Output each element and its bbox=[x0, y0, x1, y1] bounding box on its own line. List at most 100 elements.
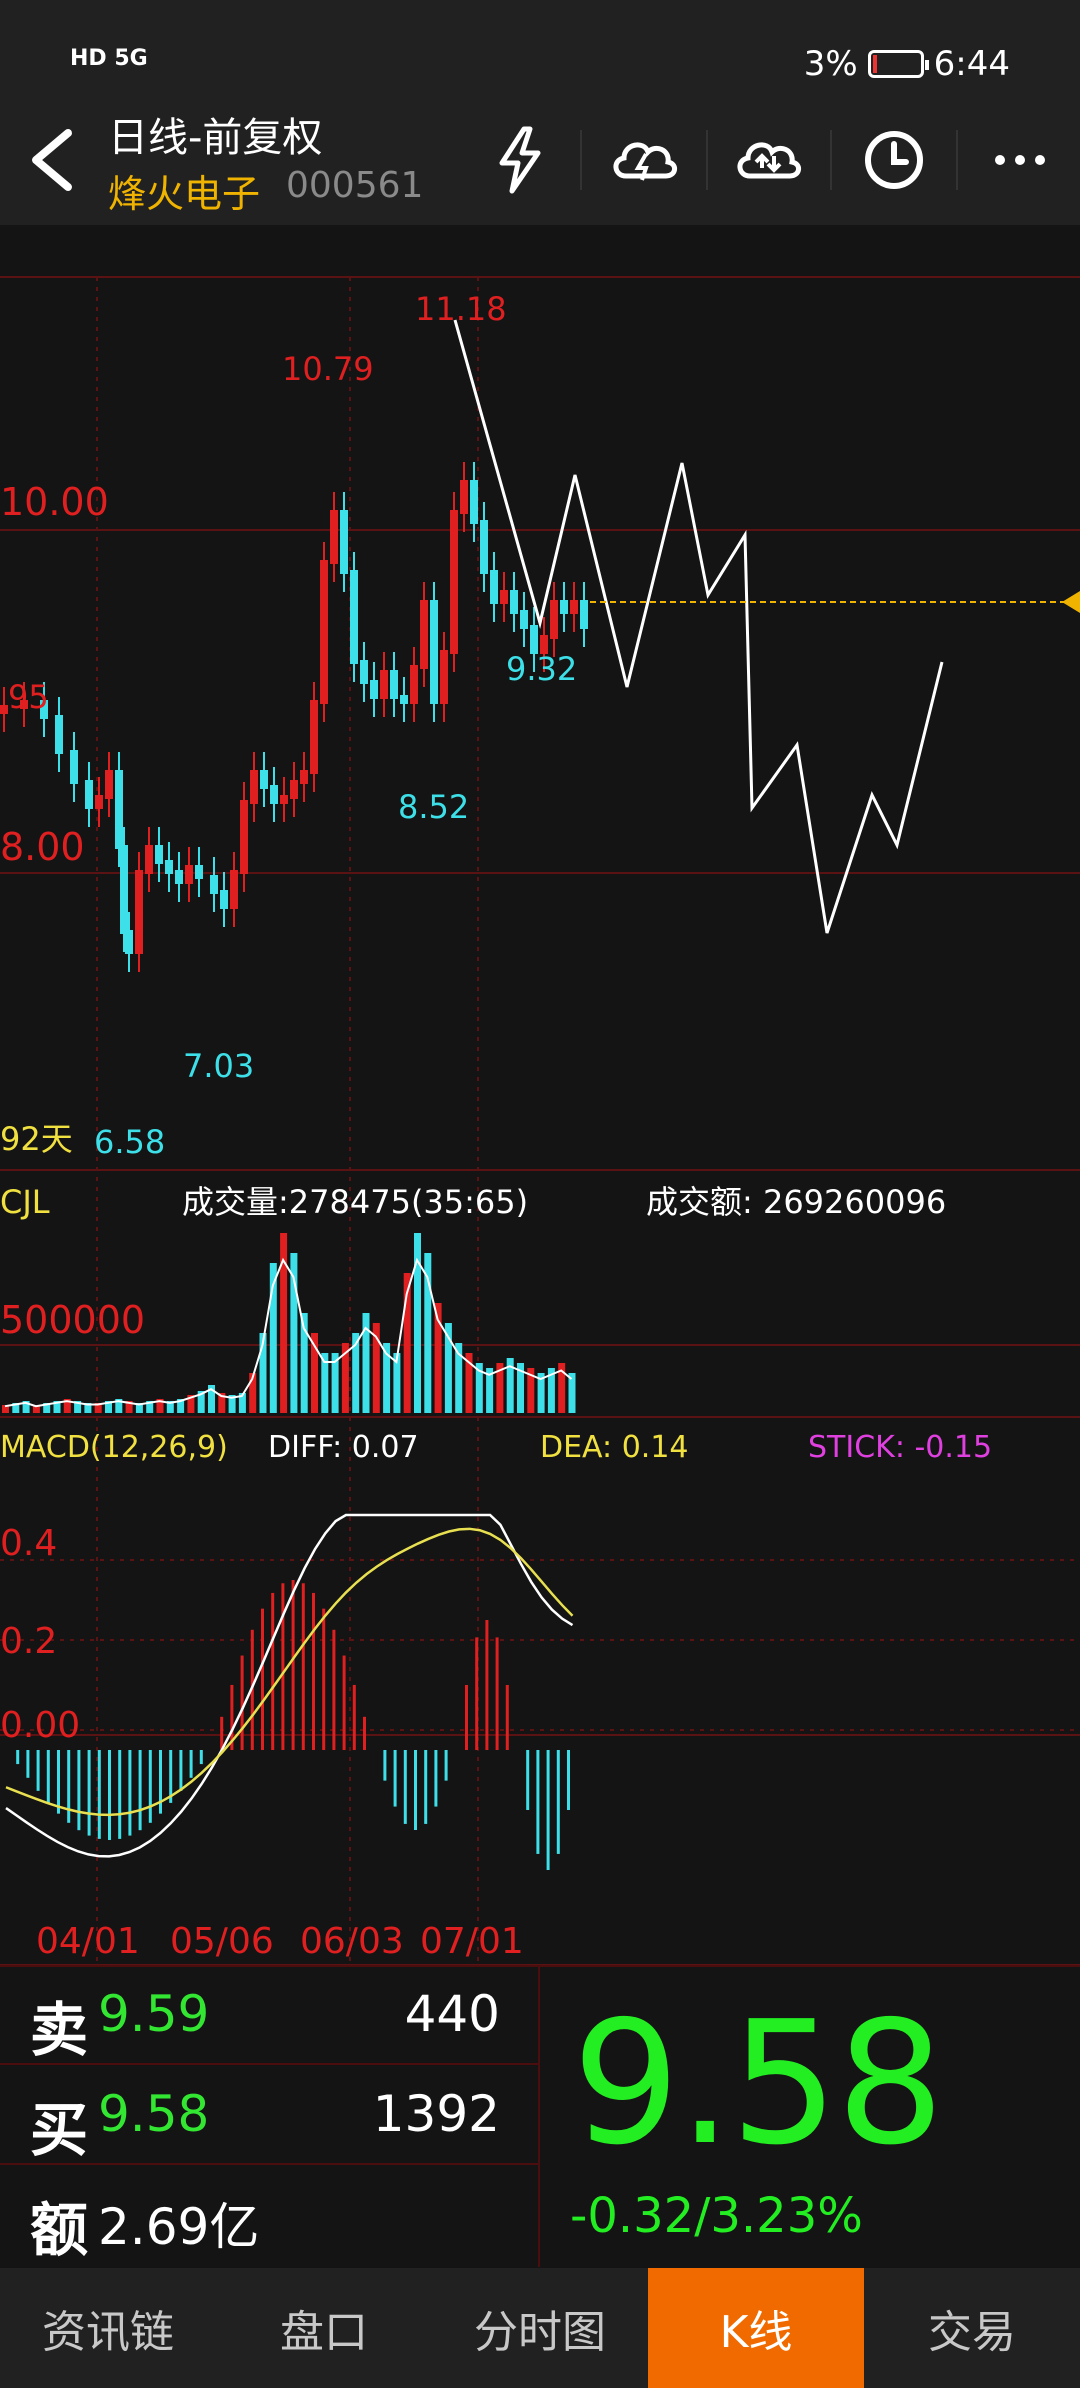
candle-body bbox=[340, 510, 348, 574]
candle-body bbox=[280, 795, 288, 804]
macd-bar bbox=[261, 1608, 264, 1750]
history-button[interactable] bbox=[854, 120, 934, 200]
annot-l2: 8.52 bbox=[398, 788, 469, 826]
macd-bar bbox=[403, 1750, 407, 1824]
candle-body bbox=[135, 870, 143, 954]
candle-body bbox=[430, 600, 438, 704]
status-bar: HD 5G 3% 6:44 bbox=[0, 0, 1080, 95]
more-button[interactable] bbox=[980, 120, 1060, 200]
cloud-upload-button[interactable] bbox=[728, 120, 808, 200]
sell-row[interactable]: 卖 9.59 440 bbox=[0, 1965, 538, 2065]
period-label: 92天 bbox=[0, 1120, 73, 1158]
macd-bar bbox=[240, 1655, 244, 1750]
macd-bar bbox=[36, 1750, 40, 1791]
network-indicator: HD 5G bbox=[70, 46, 148, 71]
volume-y-label: 500000 bbox=[0, 1298, 145, 1342]
y-label-8: 8.00 bbox=[0, 825, 85, 869]
buy-label: 买 bbox=[30, 2096, 89, 2164]
cloud-download-button[interactable] bbox=[604, 120, 684, 200]
volume-indicator-name[interactable]: CJL bbox=[0, 1183, 50, 1221]
candle-body bbox=[185, 865, 193, 884]
macd-bar bbox=[138, 1750, 142, 1831]
buy-volume: 1392 bbox=[372, 2085, 500, 2143]
candle-body bbox=[270, 785, 278, 804]
clock-time: 6:44 bbox=[933, 44, 1010, 84]
tab-trade[interactable]: 交易 bbox=[864, 2268, 1080, 2388]
tab-order-book[interactable]: 盘口 bbox=[216, 2268, 432, 2388]
date-label-0701: 07/01 bbox=[420, 1921, 524, 1962]
candle-body bbox=[480, 520, 488, 574]
macd-indicator-name[interactable]: MACD(12,26,9) bbox=[0, 1430, 228, 1465]
buy-row[interactable]: 买 9.58 1392 bbox=[0, 2065, 538, 2165]
macd-stick: STICK: -0.15 bbox=[808, 1430, 992, 1465]
macd-bar bbox=[199, 1750, 203, 1765]
candle-body bbox=[420, 600, 428, 669]
amount-row: 额 2.69亿 bbox=[0, 2165, 538, 2265]
kline-chart[interactable]: 10.00 8.00 11.18 10.79 95 9.32 8.52 7.03… bbox=[0, 225, 1080, 1965]
macd-bar bbox=[495, 1637, 499, 1750]
macd-bar bbox=[148, 1750, 152, 1823]
clock-icon bbox=[865, 131, 923, 189]
candle-body bbox=[460, 480, 468, 514]
macd-bar bbox=[159, 1750, 162, 1814]
candle-body bbox=[250, 770, 258, 804]
bottom-nav: 资讯链 盘口 分时图 K线 交易 bbox=[0, 2268, 1080, 2388]
macd-bar bbox=[26, 1750, 30, 1778]
candle-body bbox=[165, 860, 173, 874]
macd-bar bbox=[342, 1655, 346, 1750]
macd-bar bbox=[414, 1750, 417, 1830]
macd-bar bbox=[67, 1750, 71, 1823]
amount-value: 2.69亿 bbox=[98, 2198, 260, 2256]
amount-text: 成交额: 269260096 bbox=[646, 1183, 946, 1221]
candle-body bbox=[0, 705, 8, 714]
annot-left: 95 bbox=[8, 678, 49, 716]
macd-dea: DEA: 0.14 bbox=[540, 1430, 689, 1465]
candle-body bbox=[260, 770, 268, 789]
macd-histogram bbox=[16, 1580, 570, 1870]
candle-body bbox=[450, 510, 458, 654]
candle-body bbox=[115, 770, 123, 849]
trend-drawing-line bbox=[453, 319, 944, 934]
lightning-icon bbox=[499, 126, 541, 194]
kline-chart-area[interactable]: 10.00 8.00 11.18 10.79 95 9.32 8.52 7.03… bbox=[0, 225, 1080, 1965]
candle-body bbox=[350, 570, 358, 664]
candle-body bbox=[510, 590, 518, 614]
macd-bar bbox=[271, 1592, 275, 1750]
battery-icon bbox=[867, 50, 929, 78]
candle-body bbox=[550, 600, 558, 639]
candle-body bbox=[470, 480, 478, 524]
y-label-10: 10.00 bbox=[0, 480, 109, 524]
candle-body bbox=[230, 870, 238, 909]
lightning-button[interactable] bbox=[480, 120, 560, 200]
candle-body bbox=[55, 715, 63, 754]
macd-bar bbox=[97, 1750, 101, 1839]
annot-l3: 7.03 bbox=[183, 1047, 254, 1085]
macd-bar bbox=[189, 1750, 193, 1778]
candle-body bbox=[400, 695, 408, 704]
macd-bar bbox=[128, 1750, 132, 1836]
date-label-0506: 05/06 bbox=[170, 1921, 274, 1962]
macd-bar bbox=[352, 1684, 356, 1750]
tab-news-chain[interactable]: 资讯链 bbox=[0, 2268, 216, 2388]
macd-bar bbox=[57, 1750, 60, 1814]
stock-code: 000561 bbox=[286, 165, 424, 206]
back-button[interactable] bbox=[20, 125, 90, 195]
macd-bar bbox=[465, 1685, 468, 1750]
candle-body bbox=[330, 510, 338, 564]
macd-bar bbox=[536, 1750, 540, 1854]
macd-bar bbox=[281, 1583, 285, 1750]
candle-body bbox=[500, 590, 508, 604]
annot-h2: 10.79 bbox=[282, 350, 374, 388]
macd-bar bbox=[363, 1716, 366, 1750]
sell-price: 9.59 bbox=[98, 1985, 210, 2043]
macd-bar bbox=[118, 1750, 122, 1839]
macd-bar bbox=[424, 1750, 428, 1824]
more-icon bbox=[995, 155, 1045, 165]
candle-body bbox=[320, 560, 328, 704]
tab-kline[interactable]: K线 bbox=[648, 2268, 864, 2388]
candle-body bbox=[240, 800, 248, 874]
macd-bar bbox=[475, 1637, 479, 1750]
sell-label: 卖 bbox=[30, 1996, 89, 2064]
candle-body bbox=[145, 845, 153, 874]
tab-intraday[interactable]: 分时图 bbox=[432, 2268, 648, 2388]
